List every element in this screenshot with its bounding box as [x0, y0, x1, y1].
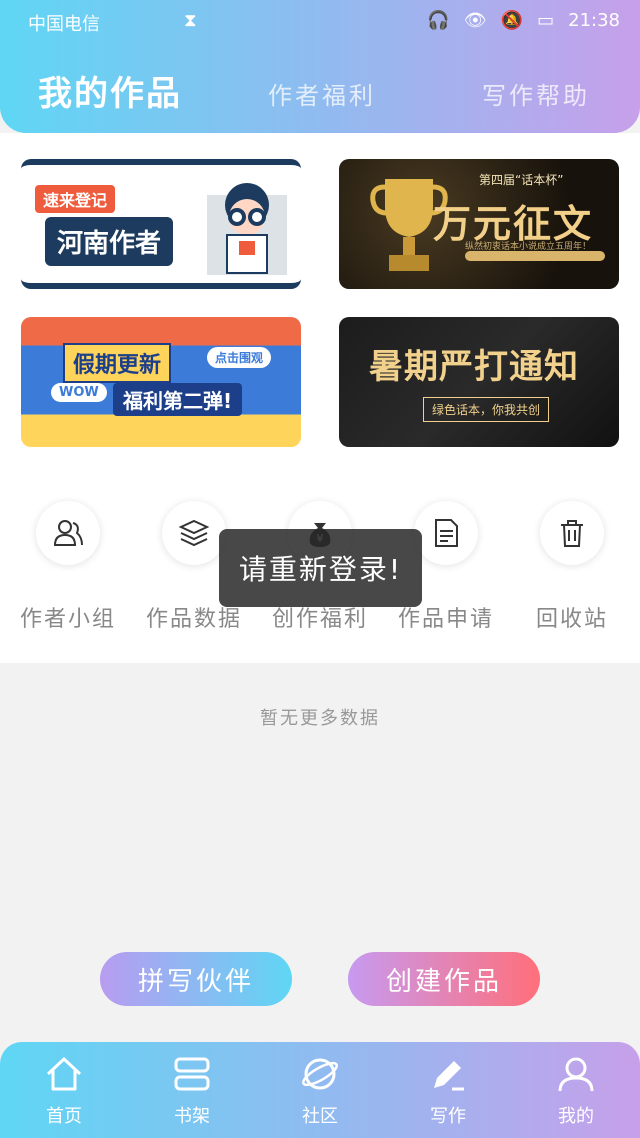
bookshelf-icon	[174, 1057, 210, 1091]
banner-henan-authors[interactable]: 速来登记 河南作者	[21, 159, 301, 289]
nav-label: 写作	[430, 1106, 466, 1127]
planet-icon	[302, 1058, 338, 1090]
tab-writing-help[interactable]: 写作帮助	[482, 76, 590, 111]
create-work-button[interactable]: 创建作品	[348, 952, 540, 1006]
holiday-tag: 点击围观	[207, 347, 272, 368]
banner-tag: 速来登记	[35, 185, 116, 213]
nav-bookshelf[interactable]: 书架	[128, 1054, 256, 1128]
nav-label: 书架	[174, 1106, 210, 1127]
login-toast: 请重新登录!	[219, 529, 422, 607]
wow-badge: WOW	[51, 383, 107, 402]
contest-edition: 第四届“话本杯”	[479, 173, 564, 187]
notice-title: 暑期严打通知	[369, 347, 579, 387]
layers-icon	[162, 501, 226, 565]
status-bar: 中国电信 ⧗ 🎧 👁 🔕 ▭ 21:38	[0, 8, 640, 36]
holiday-title: 假期更新	[63, 343, 172, 383]
nav-write[interactable]: 写作	[384, 1054, 512, 1128]
nav-label: 我的	[558, 1106, 594, 1127]
banner-title: 河南作者	[45, 217, 174, 266]
contest-bar	[465, 251, 605, 261]
feature-label: 作者小组	[19, 607, 116, 632]
eye-icon: 👁	[463, 10, 487, 31]
carrier-label: 中国电信	[28, 14, 100, 35]
notice-subtitle: 绿色话本，你我共创	[423, 397, 550, 422]
nav-label: 社区	[302, 1106, 338, 1127]
feature-recycle-bin[interactable]: 回收站	[509, 501, 635, 633]
binoculars-person-illustration	[207, 183, 287, 275]
battery-icon: ▭	[537, 10, 555, 31]
feature-label: 回收站	[535, 607, 608, 632]
pen-icon	[434, 1061, 464, 1091]
group-icon	[36, 501, 100, 565]
nav-label: 首页	[46, 1106, 82, 1127]
banner-holiday-update[interactable]: 假期更新 点击围观 WOW 福利第二弹!	[21, 317, 301, 447]
hourglass-icon: ⧗	[184, 10, 197, 31]
tab-author-benefits[interactable]: 作者福利	[268, 76, 376, 111]
banner-summer-notice[interactable]: 暑期严打通知 绿色话本，你我共创	[339, 317, 619, 447]
nav-mine[interactable]: 我的	[512, 1054, 640, 1128]
top-tabs: 我的作品 作者福利 写作帮助	[0, 66, 640, 116]
tab-my-works[interactable]: 我的作品	[38, 66, 182, 115]
mute-icon: 🔕	[500, 10, 524, 31]
empty-state-text: 暂无更多数据	[260, 708, 380, 729]
status-right: 🎧 👁 🔕 ▭ 21:38	[427, 10, 620, 31]
home-icon	[46, 1057, 82, 1091]
headphones-icon: 🎧	[427, 10, 450, 31]
user-icon	[558, 1057, 594, 1092]
holiday-subtitle: 福利第二弹!	[113, 383, 243, 416]
nav-community[interactable]: 社区	[256, 1054, 384, 1128]
clock-label: 21:38	[568, 10, 620, 31]
document-icon	[414, 501, 478, 565]
header: 中国电信 ⧗ 🎧 👁 🔕 ▭ 21:38 我的作品 作者福利 写作帮助	[0, 0, 640, 133]
feature-author-group[interactable]: 作者小组	[5, 501, 131, 633]
nav-home[interactable]: 首页	[0, 1054, 128, 1128]
partner-button[interactable]: 拼写伙伴	[100, 952, 292, 1006]
bottom-nav: 首页 书架 社区 写作 我的	[0, 1042, 640, 1138]
trash-icon	[540, 501, 604, 565]
banner-essay-contest[interactable]: 第四届“话本杯” 万元征文 纵然初衷话本小说成立五周年！	[339, 159, 619, 289]
